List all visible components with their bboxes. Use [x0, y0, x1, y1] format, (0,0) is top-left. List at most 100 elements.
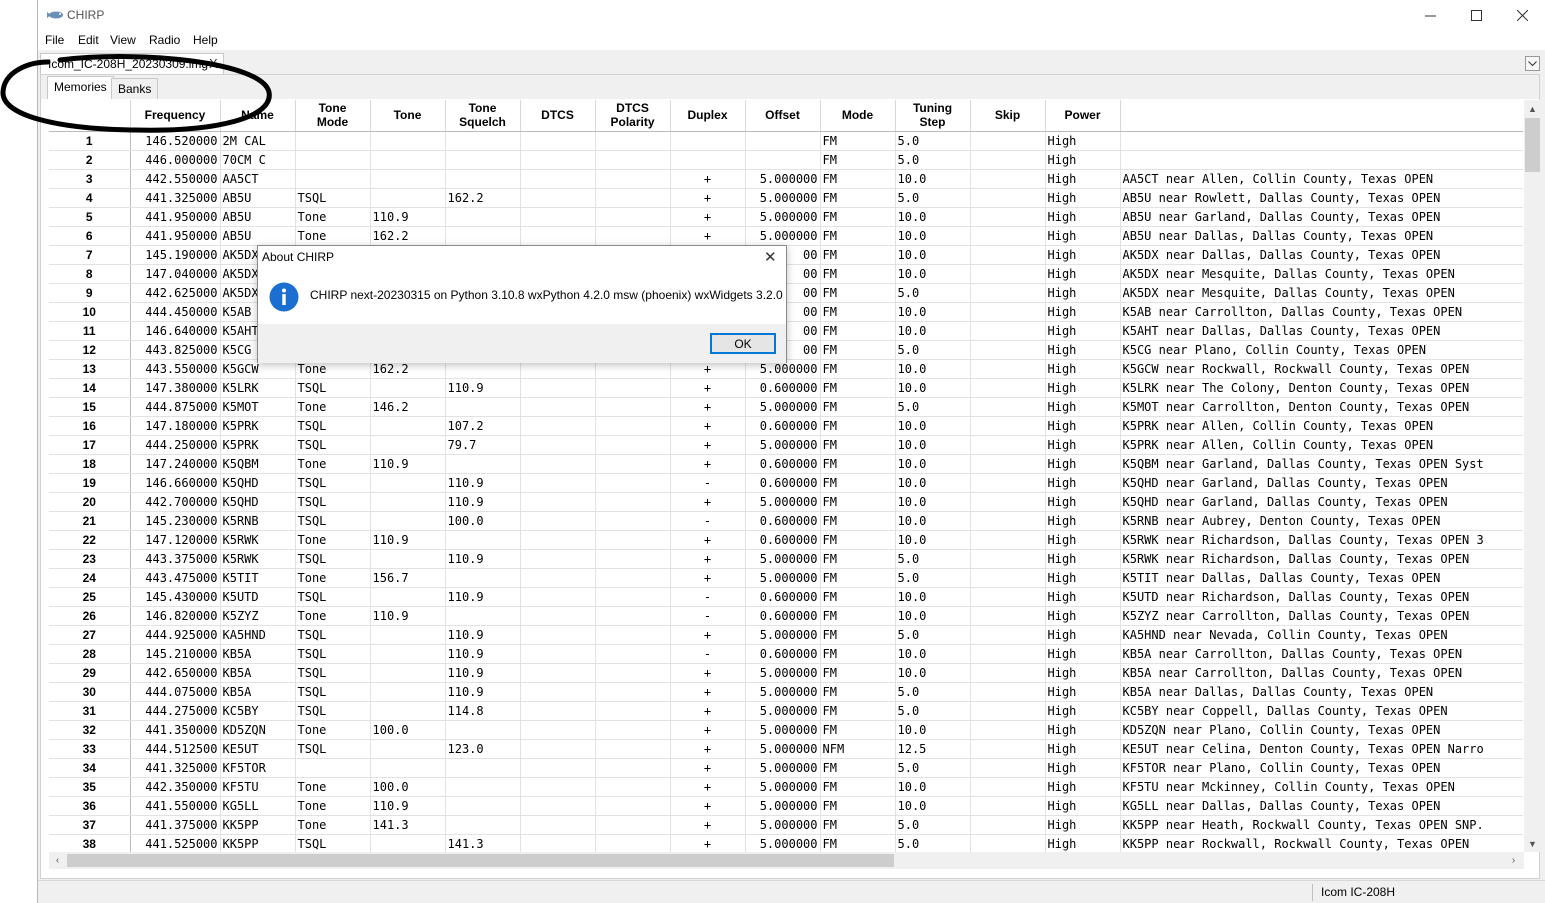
grid-cell[interactable]: TSQL [295, 701, 371, 721]
grid-cell[interactable] [370, 473, 446, 493]
grid-cell[interactable] [595, 207, 671, 227]
grid-cell[interactable]: FM [820, 549, 896, 569]
grid-cell[interactable]: FM [820, 397, 896, 417]
grid-cell[interactable]: High [1045, 701, 1121, 721]
grid-cell[interactable]: 5.0 [895, 549, 971, 569]
grid-cell[interactable]: 5.000000 [745, 777, 821, 797]
row-number[interactable]: 2 [49, 150, 131, 170]
scroll-up-arrow-icon[interactable]: ▲ [1524, 100, 1541, 117]
grid-cell[interactable] [520, 549, 596, 569]
grid-cell[interactable]: 100.0 [445, 511, 521, 531]
grid-cell[interactable]: Tone [295, 568, 371, 588]
grid-cell[interactable] [970, 587, 1046, 607]
grid-cell[interactable]: + [670, 378, 746, 398]
table-row[interactable]: 4 441.325000 AB5U TSQL 162.2 +5.000000 FM 5.0 Hi… [49, 188, 1523, 208]
grid-cell[interactable] [970, 568, 1046, 588]
grid-cell[interactable] [520, 397, 596, 417]
grid-cell[interactable]: Tone [295, 530, 371, 550]
grid-cell[interactable]: FM [820, 758, 896, 778]
grid-cell[interactable] [970, 321, 1046, 341]
grid-cell[interactable]: 5.000000 [745, 397, 821, 417]
grid-cell[interactable]: FM [820, 834, 896, 852]
header-corner[interactable] [49, 100, 131, 132]
grid-cell[interactable]: K5ZYZ [220, 606, 296, 626]
grid-cell[interactable] [595, 511, 671, 531]
grid-cell[interactable]: High [1045, 511, 1121, 531]
grid-cell[interactable] [445, 131, 521, 151]
grid-cell[interactable]: 5.000000 [745, 435, 821, 455]
grid-cell[interactable] [520, 720, 596, 740]
grid-cell[interactable]: 147.120000 [130, 530, 221, 550]
grid-cell[interactable]: - [670, 473, 746, 493]
row-number[interactable]: 31 [49, 701, 131, 721]
grid-cell[interactable] [595, 549, 671, 569]
grid-cell[interactable] [445, 226, 521, 246]
grid-cell[interactable] [295, 150, 371, 170]
grid-cell[interactable] [970, 283, 1046, 303]
row-number[interactable]: 27 [49, 625, 131, 645]
row-number[interactable]: 15 [49, 397, 131, 417]
grid-cell[interactable]: 5.0 [895, 397, 971, 417]
grid-cell[interactable]: AB5U [220, 188, 296, 208]
grid-cell[interactable] [445, 568, 521, 588]
grid-cell[interactable]: 110.9 [445, 378, 521, 398]
tab-memories[interactable]: Memories [47, 76, 114, 99]
grid-cell[interactable]: 5.0 [895, 625, 971, 645]
table-row[interactable]: 3 442.550000 AA5CT +5.000000 FM 10.0 High AA5CT… [49, 169, 1523, 189]
row-number[interactable]: 1 [49, 131, 131, 151]
grid-cell[interactable]: 0.600000 [745, 587, 821, 607]
grid-cell[interactable]: High [1045, 340, 1121, 360]
table-row[interactable]: 17 444.250000 K5PRK TSQL 79.7 +5.000000 FM 10.0… [49, 435, 1523, 455]
grid-cell[interactable]: TSQL [295, 549, 371, 569]
grid-cell[interactable] [520, 207, 596, 227]
grid-cell[interactable]: 147.180000 [130, 416, 221, 436]
row-number[interactable]: 35 [49, 777, 131, 797]
grid-cell[interactable]: 5.000000 [745, 188, 821, 208]
grid-cell[interactable]: 0.600000 [745, 416, 821, 436]
grid-cell[interactable]: 141.3 [370, 815, 446, 835]
grid-cell[interactable] [1120, 150, 1523, 170]
grid-cell[interactable]: 443.475000 [130, 568, 221, 588]
grid-cell[interactable] [520, 416, 596, 436]
row-number[interactable]: 38 [49, 834, 131, 852]
grid-cell[interactable]: KK5PP near Rockwall, Rockwall County, Te… [1120, 834, 1523, 852]
grid-cell[interactable] [595, 777, 671, 797]
grid-cell[interactable]: 70CM C [220, 150, 296, 170]
grid-cell[interactable]: 0.600000 [745, 644, 821, 664]
grid-cell[interactable]: FM [820, 663, 896, 683]
tab-list-dropdown-button[interactable] [1525, 56, 1540, 71]
column-header[interactable] [1120, 100, 1523, 132]
grid-cell[interactable]: High [1045, 226, 1121, 246]
column-header[interactable]: Duplex [670, 100, 746, 132]
grid-cell[interactable]: KF5TOR near Plano, Collin County, Texas … [1120, 758, 1523, 778]
table-row[interactable]: 26 146.820000 K5ZYZ Tone 110.9 -0.600000 FM 10.… [49, 606, 1523, 626]
grid-cell[interactable]: KB5A [220, 644, 296, 664]
grid-cell[interactable]: 5.000000 [745, 226, 821, 246]
grid-cell[interactable]: 147.040000 [130, 264, 221, 284]
grid-cell[interactable]: 123.0 [445, 739, 521, 759]
menu-help[interactable]: Help [193, 33, 218, 47]
grid-cell[interactable] [520, 131, 596, 151]
grid-cell[interactable]: 12.5 [895, 739, 971, 759]
grid-cell[interactable] [370, 416, 446, 436]
row-number[interactable]: 4 [49, 188, 131, 208]
grid-cell[interactable]: FM [820, 796, 896, 816]
grid-cell[interactable]: 110.9 [445, 625, 521, 645]
grid-cell[interactable]: High [1045, 169, 1121, 189]
grid-cell[interactable]: K5CG near Plano, Collin County, Texas OP… [1120, 340, 1523, 360]
grid-cell[interactable] [745, 150, 821, 170]
grid-cell[interactable]: AK5DX near Dallas, Dallas County, Texas … [1120, 245, 1523, 265]
grid-cell[interactable] [970, 606, 1046, 626]
grid-cell[interactable] [520, 378, 596, 398]
table-row[interactable]: 28 145.210000 KB5A TSQL 110.9 -0.600000 FM 10.0… [49, 644, 1523, 664]
grid-cell[interactable]: 5.000000 [745, 492, 821, 512]
grid-cell[interactable] [520, 777, 596, 797]
grid-cell[interactable]: K5PRK near Allen, Collin County, Texas O… [1120, 416, 1523, 436]
grid-cell[interactable]: 145.230000 [130, 511, 221, 531]
grid-cell[interactable]: K5UTD near Richardson, Dallas County, Te… [1120, 587, 1523, 607]
grid-cell[interactable]: High [1045, 207, 1121, 227]
grid-cell[interactable]: FM [820, 416, 896, 436]
row-number[interactable]: 30 [49, 682, 131, 702]
grid-cell[interactable]: FM [820, 283, 896, 303]
grid-cell[interactable] [520, 511, 596, 531]
